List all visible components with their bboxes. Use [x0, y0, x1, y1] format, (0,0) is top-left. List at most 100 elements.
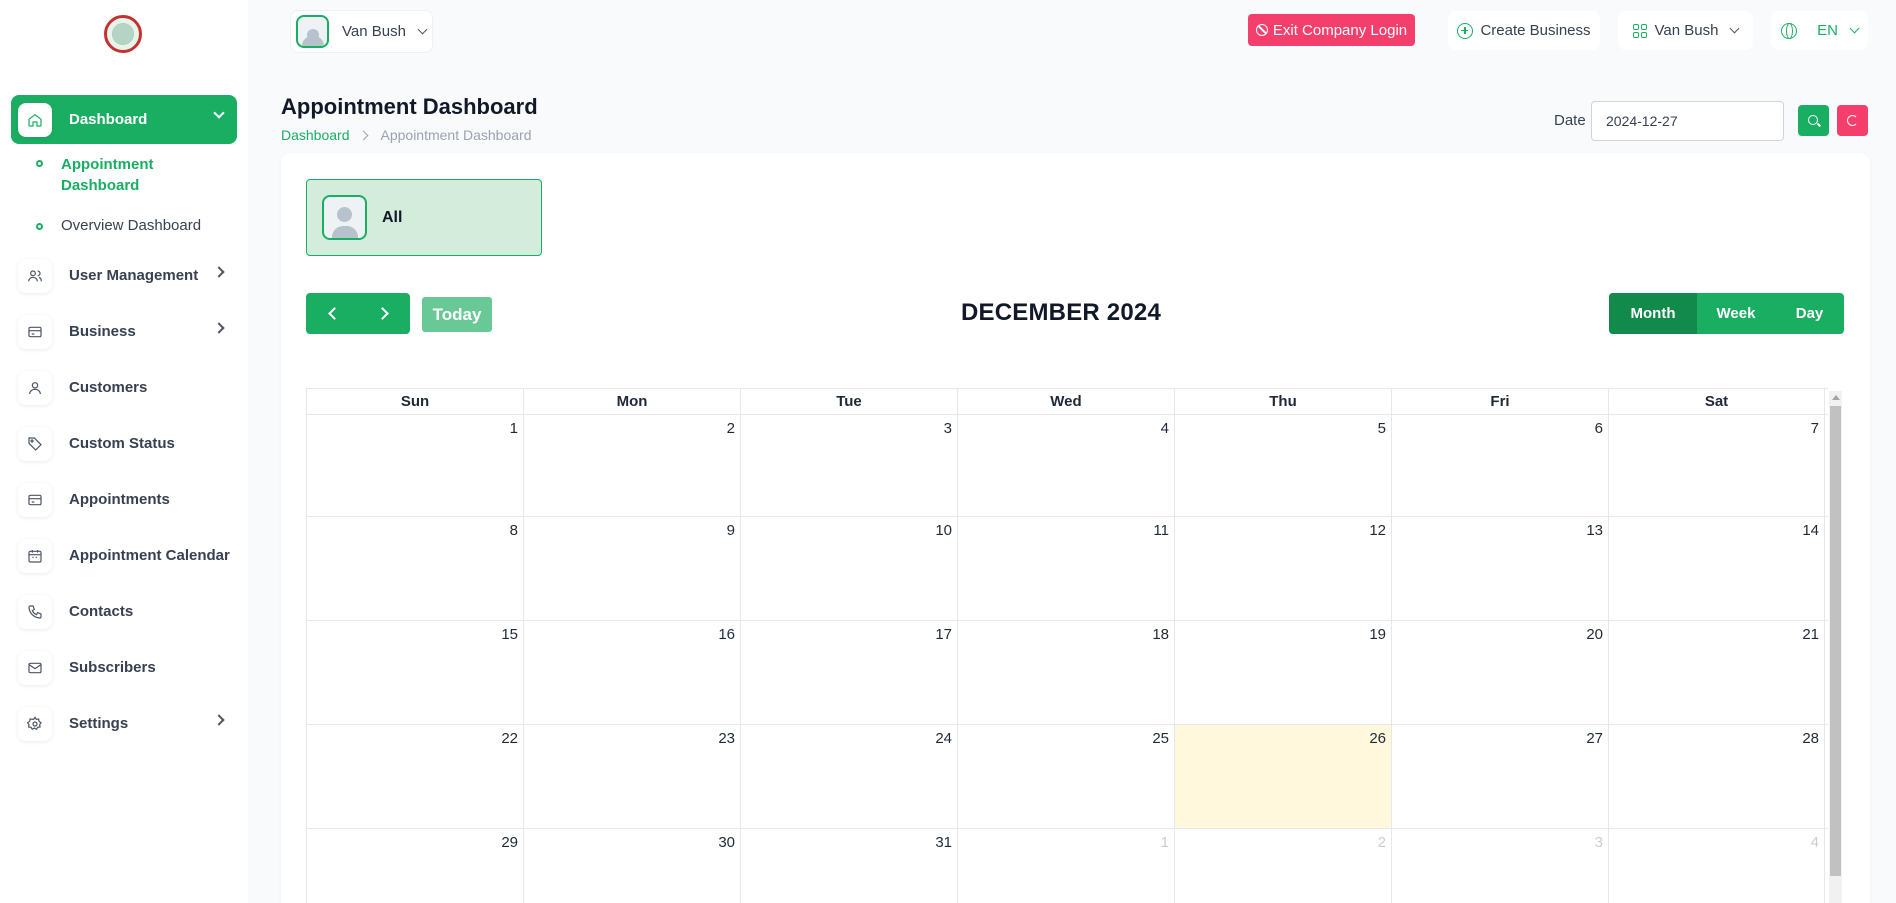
language-switcher[interactable]: EN: [1771, 11, 1868, 50]
calendar-day-cell[interactable]: 8: [306, 517, 523, 620]
calendar-day-cell[interactable]: 22: [306, 725, 523, 828]
calendar-day-cell[interactable]: 3: [740, 415, 957, 516]
view-week-button[interactable]: Week: [1697, 293, 1775, 334]
day-number[interactable]: 1: [1161, 834, 1169, 851]
day-number[interactable]: 14: [1802, 522, 1819, 539]
calendar-day-cell[interactable]: 13: [1391, 517, 1608, 620]
company-logo[interactable]: [104, 15, 142, 53]
sidebar-item-dashboard[interactable]: Dashboard: [11, 95, 237, 144]
calendar-day-cell[interactable]: 21: [1608, 621, 1825, 724]
calendar-day-cell[interactable]: 9: [523, 517, 740, 620]
day-number[interactable]: 1: [510, 420, 518, 437]
calendar-day-cell[interactable]: 5: [1174, 415, 1391, 516]
refresh-button[interactable]: [1837, 105, 1868, 136]
sidebar-item-appointment-calendar[interactable]: Appointment Calendar: [11, 531, 237, 580]
calendar-day-cell[interactable]: 16: [523, 621, 740, 724]
calendar-day-cell[interactable]: 26: [1174, 725, 1391, 828]
day-number[interactable]: 15: [501, 626, 518, 643]
view-month-button[interactable]: Month: [1609, 293, 1697, 334]
sidebar-item-customers[interactable]: Customers: [11, 363, 237, 412]
calendar-day-cell[interactable]: 3: [1391, 829, 1608, 903]
day-number[interactable]: 4: [1161, 420, 1169, 437]
day-number[interactable]: 27: [1586, 730, 1603, 747]
calendar-day-cell[interactable]: 12: [1174, 517, 1391, 620]
sidebar-item-subscribers[interactable]: Subscribers: [11, 643, 237, 692]
calendar-day-cell[interactable]: 1: [957, 829, 1174, 903]
calendar-day-cell[interactable]: 4: [957, 415, 1174, 516]
day-number[interactable]: 18: [1152, 626, 1169, 643]
calendar-day-cell[interactable]: 2: [523, 415, 740, 516]
day-number[interactable]: 25: [1152, 730, 1169, 747]
sidebar-item-contacts[interactable]: Contacts: [11, 587, 237, 636]
day-number[interactable]: 2: [727, 420, 735, 437]
day-number[interactable]: 30: [718, 834, 735, 851]
day-number[interactable]: 26: [1369, 730, 1386, 747]
sidebar-item-settings[interactable]: Settings: [11, 699, 237, 748]
exit-company-login-button[interactable]: Exit Company Login: [1248, 14, 1415, 46]
calendar-day-cell[interactable]: 28: [1608, 725, 1825, 828]
calendar-day-cell[interactable]: 29: [306, 829, 523, 903]
day-number[interactable]: 22: [501, 730, 518, 747]
day-number[interactable]: 6: [1595, 420, 1603, 437]
next-month-button[interactable]: [358, 293, 410, 334]
user-menu[interactable]: Van Bush: [290, 10, 433, 53]
day-number[interactable]: 12: [1369, 522, 1386, 539]
calendar-day-cell[interactable]: 7: [1608, 415, 1825, 516]
calendar-day-cell[interactable]: 20: [1391, 621, 1608, 724]
sidebar-item-appointments[interactable]: Appointments: [11, 475, 237, 524]
day-number[interactable]: 19: [1369, 626, 1386, 643]
calendar-day-cell[interactable]: 2: [1174, 829, 1391, 903]
day-number[interactable]: 21: [1802, 626, 1819, 643]
breadcrumb-link-dashboard[interactable]: Dashboard: [281, 127, 350, 143]
business-switcher[interactable]: Van Bush: [1618, 11, 1753, 50]
calendar-day-cell[interactable]: 24: [740, 725, 957, 828]
calendar-scrollbar[interactable]: [1829, 391, 1842, 903]
day-number[interactable]: 29: [501, 834, 518, 851]
search-button[interactable]: [1798, 105, 1829, 136]
today-button[interactable]: Today: [422, 297, 492, 332]
calendar-day-cell[interactable]: 19: [1174, 621, 1391, 724]
calendar-day-cell[interactable]: 14: [1608, 517, 1825, 620]
date-input[interactable]: [1591, 101, 1784, 141]
calendar-day-cell[interactable]: 27: [1391, 725, 1608, 828]
day-number[interactable]: 11: [1153, 522, 1169, 539]
day-number[interactable]: 16: [718, 626, 735, 643]
day-number[interactable]: 9: [727, 522, 735, 539]
calendar-day-cell[interactable]: 17: [740, 621, 957, 724]
day-number[interactable]: 28: [1802, 730, 1819, 747]
calendar-day-cell[interactable]: 10: [740, 517, 957, 620]
day-number[interactable]: 23: [718, 730, 735, 747]
calendar-day-cell[interactable]: 4: [1608, 829, 1825, 903]
calendar-day-cell[interactable]: 30: [523, 829, 740, 903]
calendar-day-cell[interactable]: 25: [957, 725, 1174, 828]
calendar-day-cell[interactable]: 1: [306, 415, 523, 516]
day-number[interactable]: 24: [935, 730, 952, 747]
sidebar-item-user-management[interactable]: User Management: [11, 251, 237, 300]
day-number[interactable]: 3: [944, 420, 952, 437]
day-number[interactable]: 3: [1595, 834, 1603, 851]
calendar-day-cell[interactable]: 15: [306, 621, 523, 724]
sidebar-subitem-appointment-dashboard[interactable]: Appointment Dashboard: [11, 154, 237, 196]
scrollbar-thumb[interactable]: [1830, 406, 1841, 876]
day-number[interactable]: 7: [1811, 420, 1819, 437]
day-number[interactable]: 4: [1811, 834, 1819, 851]
day-number[interactable]: 5: [1378, 420, 1386, 437]
day-number[interactable]: 17: [935, 626, 952, 643]
day-number[interactable]: 8: [510, 522, 518, 539]
day-number[interactable]: 20: [1586, 626, 1603, 643]
prev-month-button[interactable]: [306, 293, 358, 334]
calendar-day-cell[interactable]: 31: [740, 829, 957, 903]
day-number[interactable]: 31: [935, 834, 952, 851]
calendar-day-cell[interactable]: 23: [523, 725, 740, 828]
day-number[interactable]: 2: [1378, 834, 1386, 851]
day-number[interactable]: 10: [935, 522, 952, 539]
calendar-day-cell[interactable]: 11: [957, 517, 1174, 620]
day-number[interactable]: 13: [1586, 522, 1603, 539]
create-business-button[interactable]: Create Business: [1448, 11, 1600, 50]
view-day-button[interactable]: Day: [1775, 293, 1844, 334]
staff-filter-all[interactable]: All: [306, 179, 542, 256]
sidebar-item-business[interactable]: Business: [11, 307, 237, 356]
calendar-day-cell[interactable]: 18: [957, 621, 1174, 724]
sidebar-item-custom-status[interactable]: Custom Status: [11, 419, 237, 468]
calendar-day-cell[interactable]: 6: [1391, 415, 1608, 516]
